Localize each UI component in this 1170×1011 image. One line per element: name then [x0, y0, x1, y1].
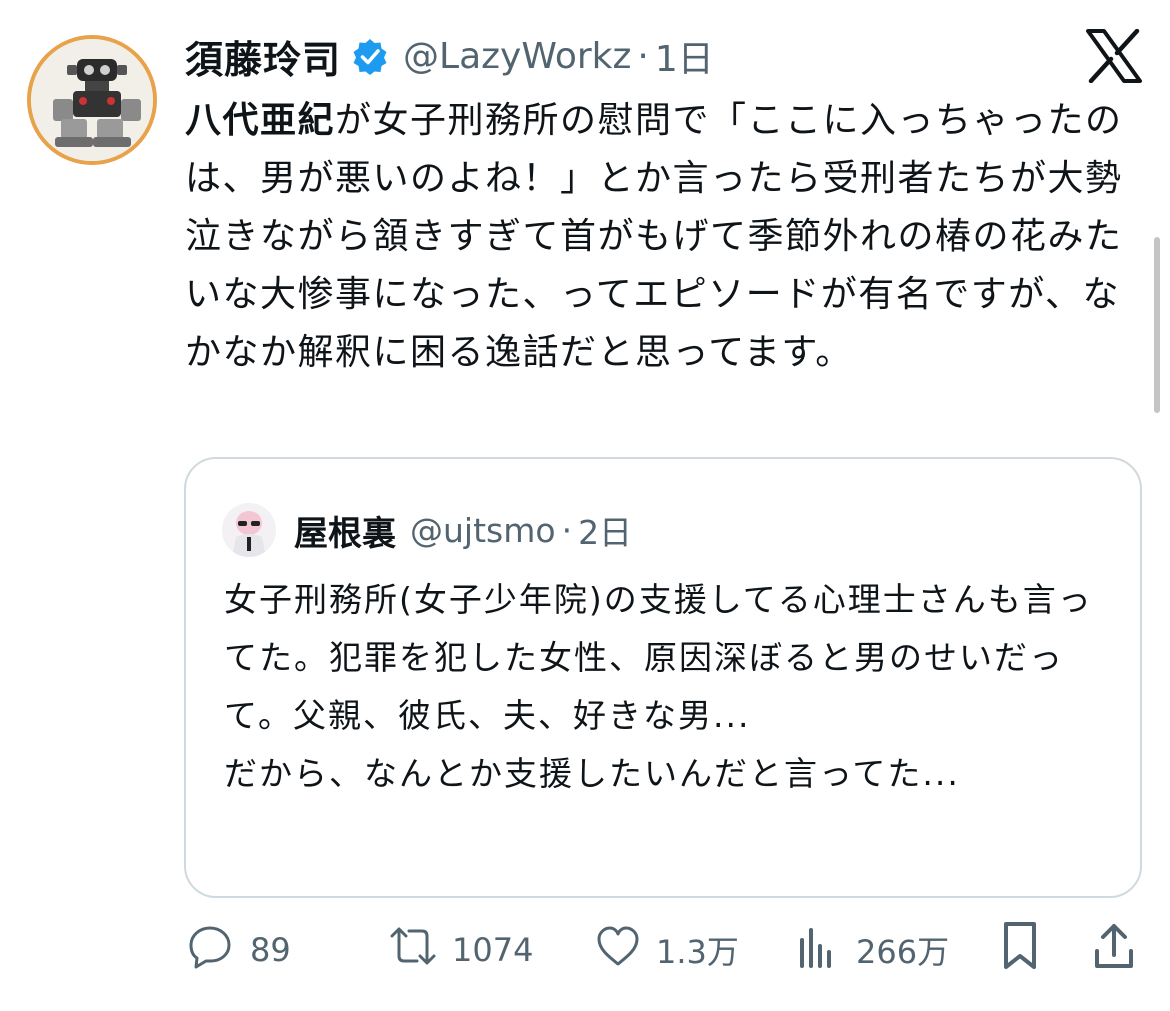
- robot-avatar-image: [31, 39, 153, 161]
- header-separator: ·: [637, 35, 649, 77]
- reply-count: 89: [250, 931, 291, 969]
- author-handle[interactable]: @LazyWorkz: [403, 36, 631, 77]
- like-button[interactable]: 1.3万: [594, 920, 739, 980]
- quoted-tweet[interactable]: 屋根裏 @ujtsmo · 2日 女子刑務所(女子少年院)の支援してる心理士さん…: [184, 457, 1142, 898]
- tweet-text-bold: 八代亜紀: [185, 100, 336, 141]
- quoted-author-avatar[interactable]: [222, 503, 276, 557]
- bookmark-icon: [998, 920, 1042, 980]
- heart-icon: [594, 922, 642, 978]
- quoted-tweet-header: 屋根裏 @ujtsmo · 2日: [222, 503, 632, 557]
- views-button[interactable]: 266万: [796, 920, 949, 980]
- tweet-timestamp[interactable]: 1日: [655, 30, 714, 82]
- quoted-avatar-image: [222, 503, 276, 557]
- tweet-actions-bar: 89 1074 1.3万 266万: [186, 920, 1136, 980]
- bookmark-button[interactable]: [998, 920, 1042, 980]
- reply-button[interactable]: 89: [186, 920, 291, 980]
- scrollbar[interactable]: [1154, 237, 1160, 413]
- like-count: 1.3万: [656, 933, 739, 971]
- verified-badge-icon: [351, 37, 389, 75]
- quoted-author-name[interactable]: 屋根裏: [294, 506, 396, 555]
- quoted-header-separator: ·: [561, 510, 573, 550]
- repost-icon: [386, 922, 440, 978]
- author-name[interactable]: 須藤玲司: [185, 29, 341, 84]
- quoted-tweet-text: 女子刑務所(女子少年院)の支援してる心理士さんも言ってた。犯罪を犯した女性、原因…: [224, 580, 1093, 793]
- tweet-header: 須藤玲司 @LazyWorkz · 1日: [185, 28, 714, 84]
- tweet-text: 八代亜紀が女子刑務所の慰問で「ここに入っちゃったのは、男が悪いのよね！」とか言っ…: [185, 92, 1125, 382]
- views-icon: [796, 922, 840, 978]
- views-count: 266万: [856, 933, 950, 971]
- repost-count: 1074: [452, 931, 534, 969]
- x-logo-icon: [1086, 28, 1142, 84]
- reply-icon: [186, 922, 234, 978]
- repost-button[interactable]: 1074: [386, 920, 533, 980]
- share-button[interactable]: [1092, 920, 1136, 980]
- share-icon: [1092, 921, 1136, 979]
- author-avatar[interactable]: [27, 35, 157, 165]
- quoted-author-handle[interactable]: @ujtsmo: [410, 511, 556, 550]
- quoted-timestamp[interactable]: 2日: [578, 506, 632, 554]
